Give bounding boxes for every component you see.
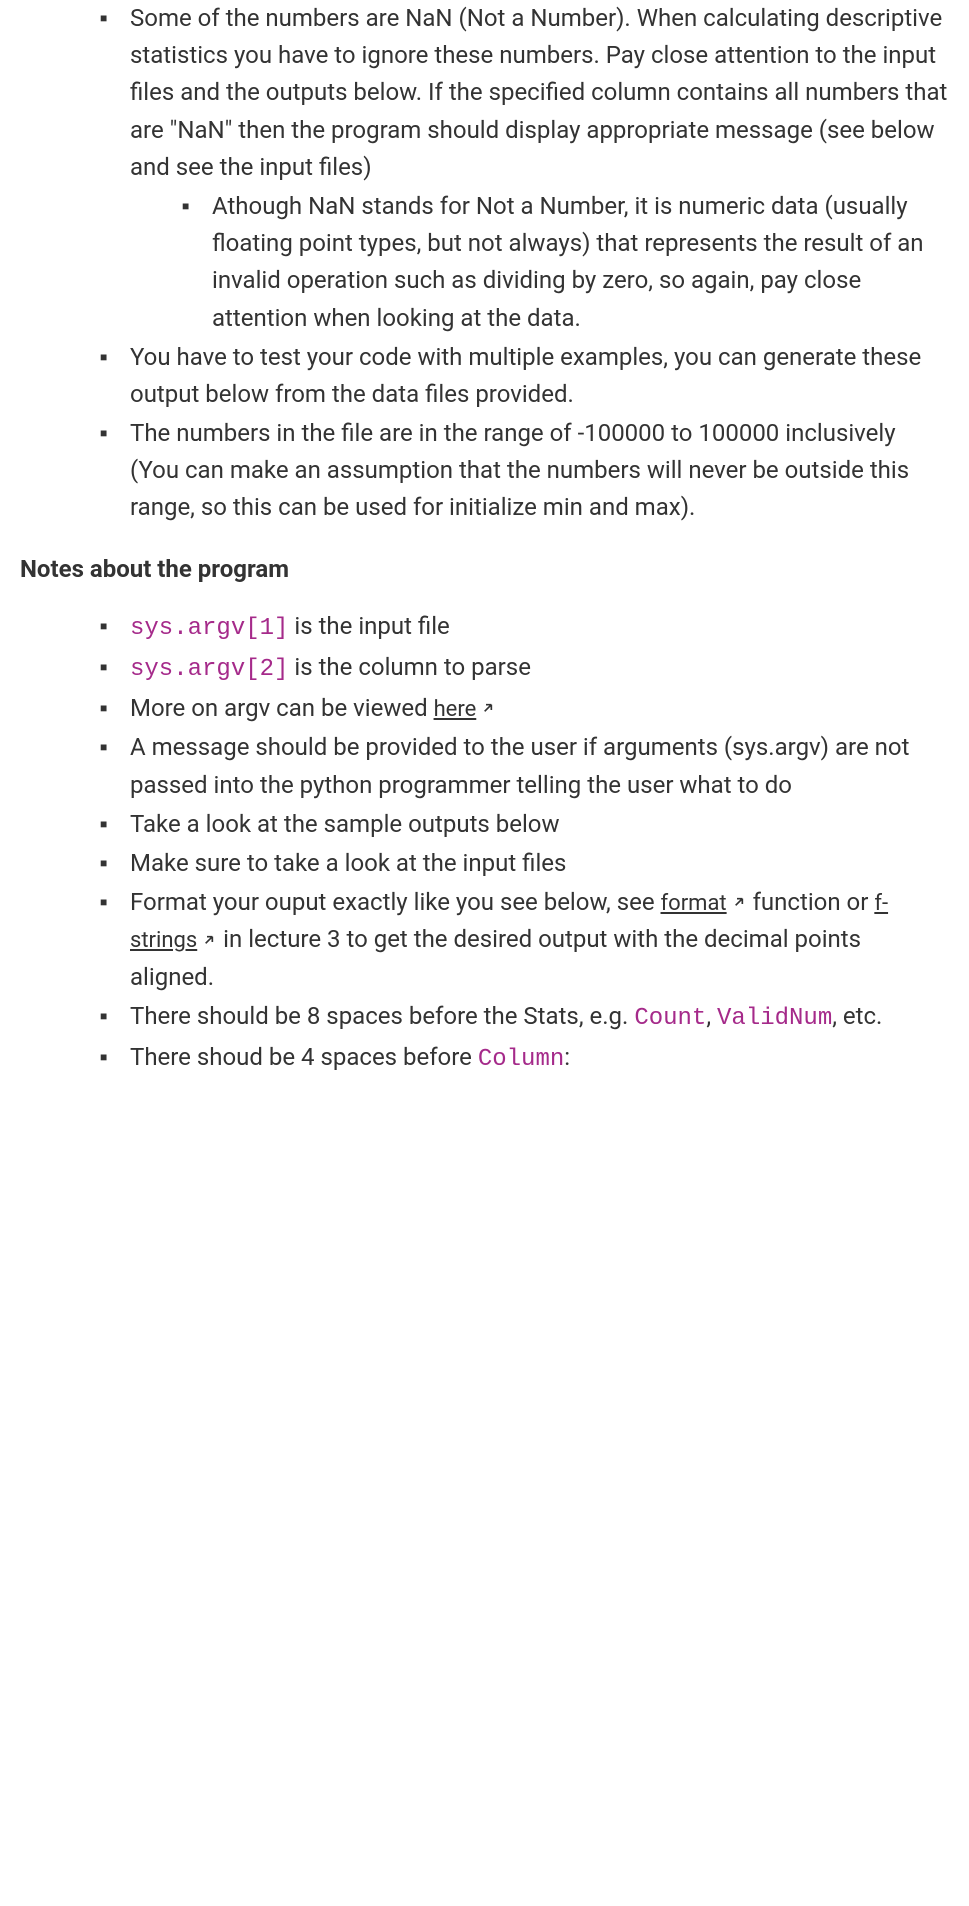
list-item: Some of the numbers are NaN (Not a Numbe… [100,0,949,337]
list-text: The numbers in the file are in the range… [130,419,909,521]
list-item: A message should be provided to the user… [100,729,949,803]
list-item: You have to test your code with multiple… [100,339,949,413]
list-text: function or [747,888,875,916]
external-link-icon [731,887,747,921]
list-text: You have to test your code with multiple… [130,343,921,408]
list-item: There should be 8 spaces before the Stat… [100,998,949,1037]
list-item: Athough NaN stands for Not a Number, it … [182,188,949,337]
list-text: There should be 8 spaces before the Stat… [130,1002,634,1030]
external-link-icon [201,925,217,959]
list-text: Make sure to take a look at the input fi… [130,849,566,877]
external-link-icon [480,693,496,727]
list-text: is the column to parse [288,653,530,681]
list-text: , [706,1002,717,1030]
list-text: Athough NaN stands for Not a Number, it … [212,192,924,332]
list-item: There shoud be 4 spaces before Column: [100,1039,949,1078]
list-text: : [564,1043,570,1071]
list-text: Some of the numbers are NaN (Not a Numbe… [130,4,947,181]
list-item: sys.argv[2] is the column to parse [100,649,949,688]
list-item: More on argv can be viewed here [100,690,949,727]
section-heading: Notes about the program [20,551,949,588]
list-item: Format your ouput exactly like you see b… [100,884,949,996]
list-item: Make sure to take a look at the input fi… [100,845,949,882]
code-argv2: sys.argv[2] [130,656,288,683]
list-text: , etc. [832,1002,882,1030]
link-here[interactable]: here [434,697,497,722]
list-text: Format your ouput exactly like you see b… [130,888,661,916]
list-item: sys.argv[1] is the input file [100,608,949,647]
list-text: in lecture 3 to get the desired output w… [130,925,861,990]
list-text: Take a look at the sample outputs below [130,810,560,838]
list-text: A message should be provided to the user… [130,733,909,798]
code-column: Column [478,1046,564,1073]
list-text: There shoud be 4 spaces before [130,1043,478,1071]
list-text: More on argv can be viewed [130,694,434,722]
link-format[interactable]: format [661,891,747,916]
code-argv1: sys.argv[1] [130,615,288,642]
notes-list-1: Some of the numbers are NaN (Not a Numbe… [100,0,949,527]
notes-list-2: sys.argv[1] is the input file sys.argv[2… [100,608,949,1078]
list-text: is the input file [288,612,449,640]
code-count: Count [634,1005,706,1032]
nested-list: Athough NaN stands for Not a Number, it … [182,188,949,337]
code-validnum: ValidNum [717,1005,832,1032]
list-item: Take a look at the sample outputs below [100,806,949,843]
list-item: The numbers in the file are in the range… [100,415,949,527]
